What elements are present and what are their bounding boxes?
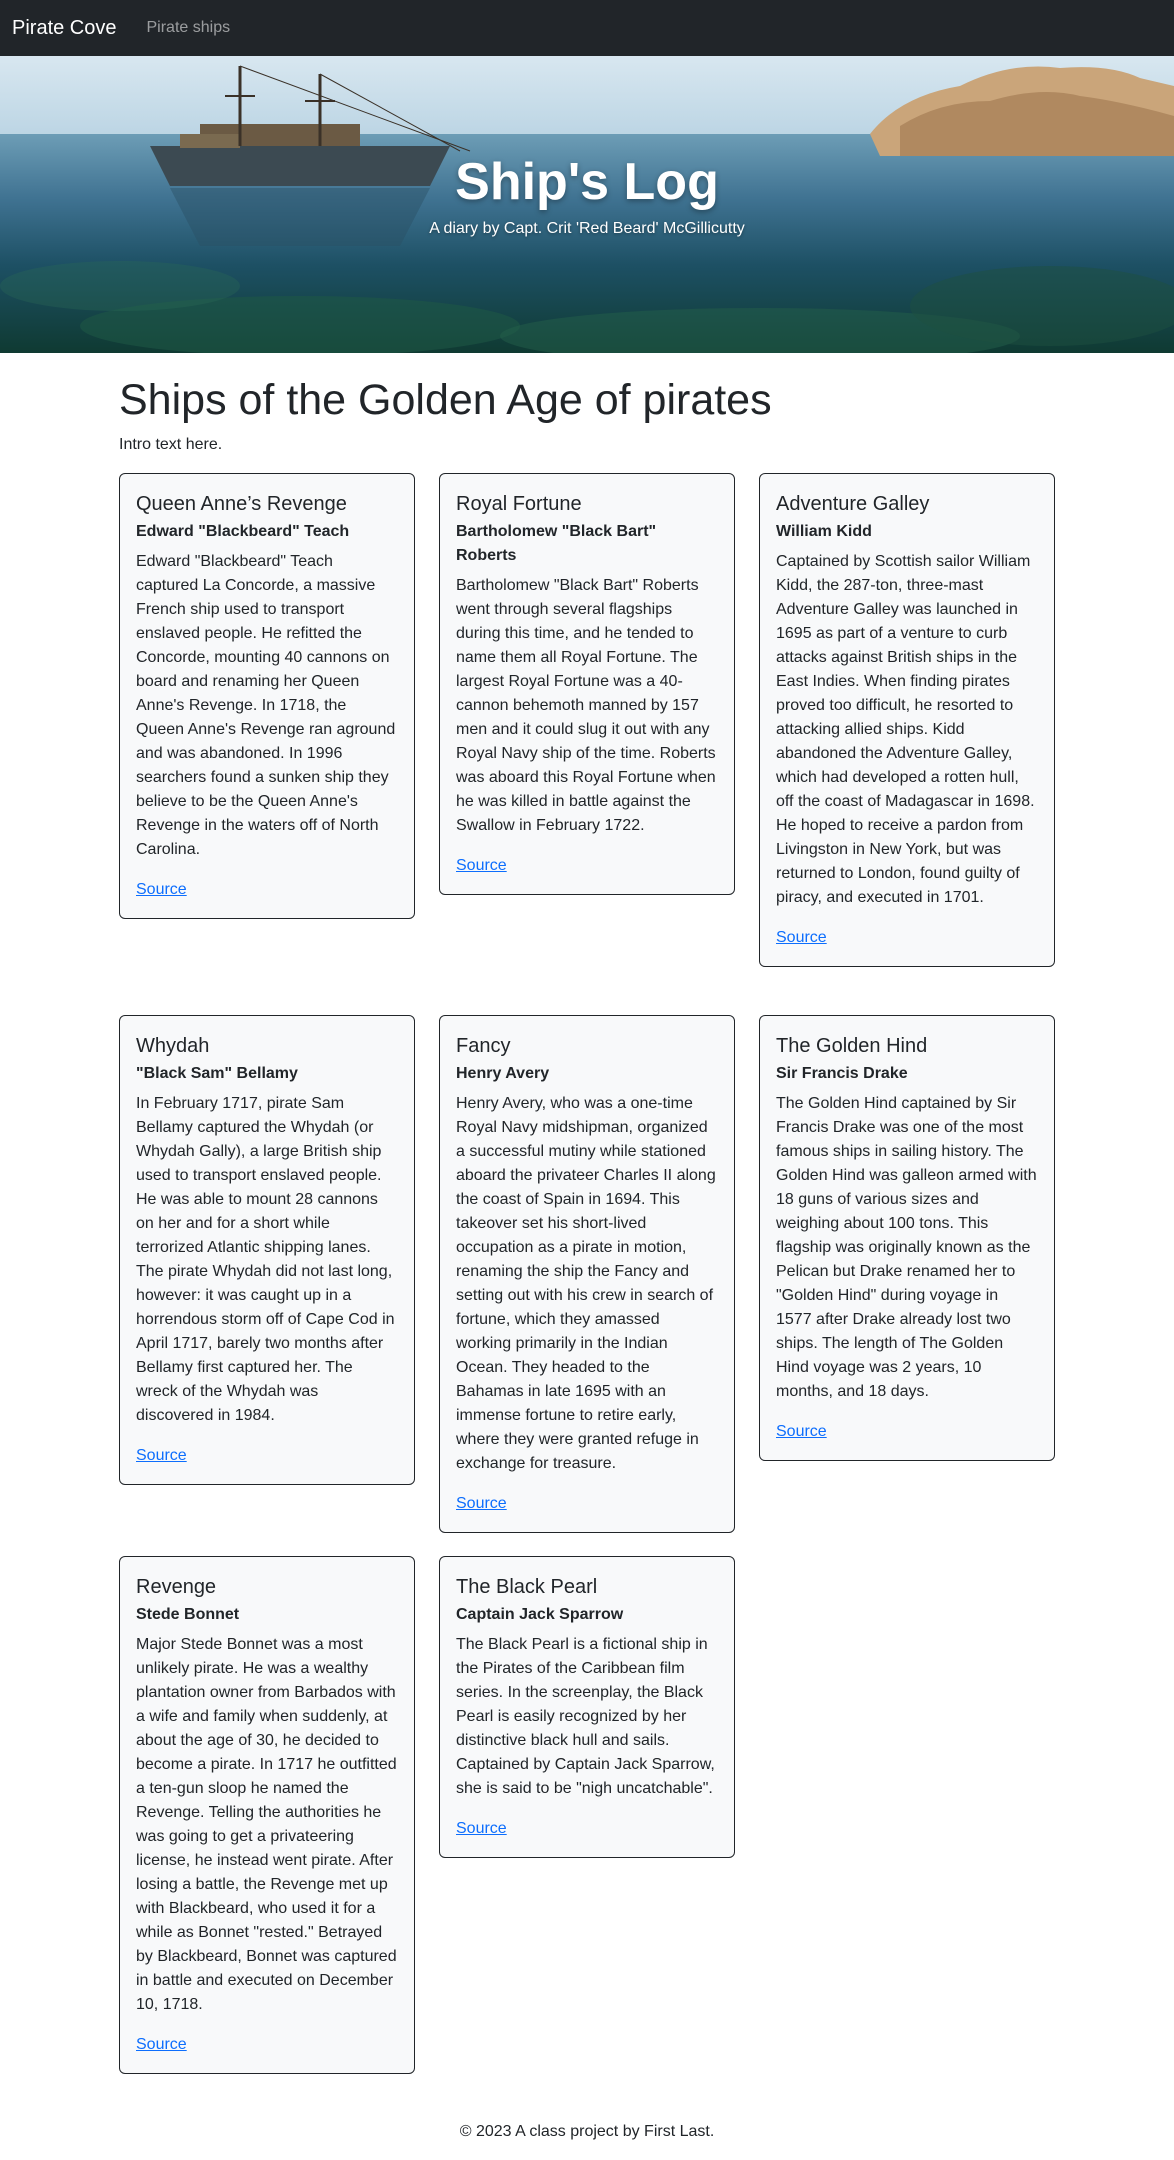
- ship-name: Whydah: [136, 1035, 210, 1057]
- source-link[interactable]: Source: [776, 1423, 827, 1440]
- ship-card: Whydah "Black Sam" Bellamy In February 1…: [119, 1015, 415, 1485]
- source-link[interactable]: Source: [136, 881, 187, 898]
- captain-name: William Kidd: [776, 523, 872, 540]
- ship-name: The Golden Hind: [776, 1035, 928, 1057]
- hero-banner: Ship's Log A diary by Capt. Crit 'Red Be…: [0, 56, 1174, 353]
- ship-description: The Golden Hind captained by Sir Francis…: [776, 1095, 1037, 1400]
- ship-card: Royal Fortune Bartholomew "Black Bart" R…: [439, 473, 735, 895]
- ship-description: The Black Pearl is a fictional ship in t…: [456, 1636, 715, 1797]
- ship-description: Bartholomew "Black Bart" Roberts went th…: [456, 577, 716, 834]
- source-link[interactable]: Source: [136, 1447, 187, 1464]
- nav-link-pirate-ships[interactable]: Pirate ships: [147, 19, 231, 37]
- hero-subtitle: A diary by Capt. Crit 'Red Beard' McGill…: [429, 220, 745, 237]
- captain-name: Captain Jack Sparrow: [456, 1606, 624, 1623]
- ship-card: Adventure Galley William Kidd Captained …: [759, 473, 1055, 967]
- ship-description: Henry Avery, who was a one-time Royal Na…: [456, 1095, 716, 1472]
- captain-name: Sir Francis Drake: [776, 1065, 908, 1082]
- ship-description: Edward "Blackbeard" Teach captured La Co…: [136, 553, 396, 858]
- captain-name: Stede Bonnet: [136, 1606, 240, 1623]
- source-link[interactable]: Source: [776, 929, 827, 946]
- ship-card: Fancy Henry Avery Henry Avery, who was a…: [439, 1015, 735, 1533]
- source-link[interactable]: Source: [456, 1495, 507, 1512]
- brand-link[interactable]: Pirate Cove: [12, 17, 117, 40]
- ship-card: The Black Pearl Captain Jack Sparrow The…: [439, 1556, 735, 1858]
- source-link[interactable]: Source: [456, 857, 507, 874]
- hero-title: Ship's Log: [455, 153, 719, 211]
- ship-card: The Golden Hind Sir Francis Drake The Go…: [759, 1015, 1055, 1461]
- ship-name: Adventure Galley: [776, 493, 930, 515]
- ship-name: The Black Pearl: [456, 1576, 598, 1598]
- ship-name: Fancy: [456, 1035, 511, 1057]
- navbar: Pirate Cove Pirate ships: [0, 0, 1174, 56]
- intro-text: Intro text here.: [119, 436, 223, 453]
- ship-description: In February 1717, pirate Sam Bellamy cap…: [136, 1095, 395, 1424]
- footer-text: © 2023 A class project by First Last.: [459, 2123, 715, 2140]
- captain-name: Edward "Blackbeard" Teach: [136, 523, 350, 540]
- page-title: Ships of the Golden Age of pirates: [119, 376, 772, 424]
- ship-name: Royal Fortune: [456, 493, 582, 515]
- ship-card: Queen Anne’s Revenge Edward "Blackbeard"…: [119, 473, 415, 919]
- ship-description: Captained by Scottish sailor William Kid…: [776, 553, 1035, 906]
- ship-name: Revenge: [136, 1576, 217, 1598]
- captain-name: Henry Avery: [456, 1065, 550, 1082]
- captain-name: Bartholomew "Black Bart" Roberts: [456, 523, 657, 564]
- ship-description: Major Stede Bonnet was a most unlikely p…: [136, 1636, 397, 2013]
- captain-name: "Black Sam" Bellamy: [136, 1065, 298, 1082]
- ship-card: Revenge Stede Bonnet Major Stede Bonnet …: [119, 1556, 415, 2074]
- ship-name: Queen Anne’s Revenge: [136, 493, 347, 515]
- source-link[interactable]: Source: [136, 2036, 187, 2053]
- source-link[interactable]: Source: [456, 1820, 507, 1837]
